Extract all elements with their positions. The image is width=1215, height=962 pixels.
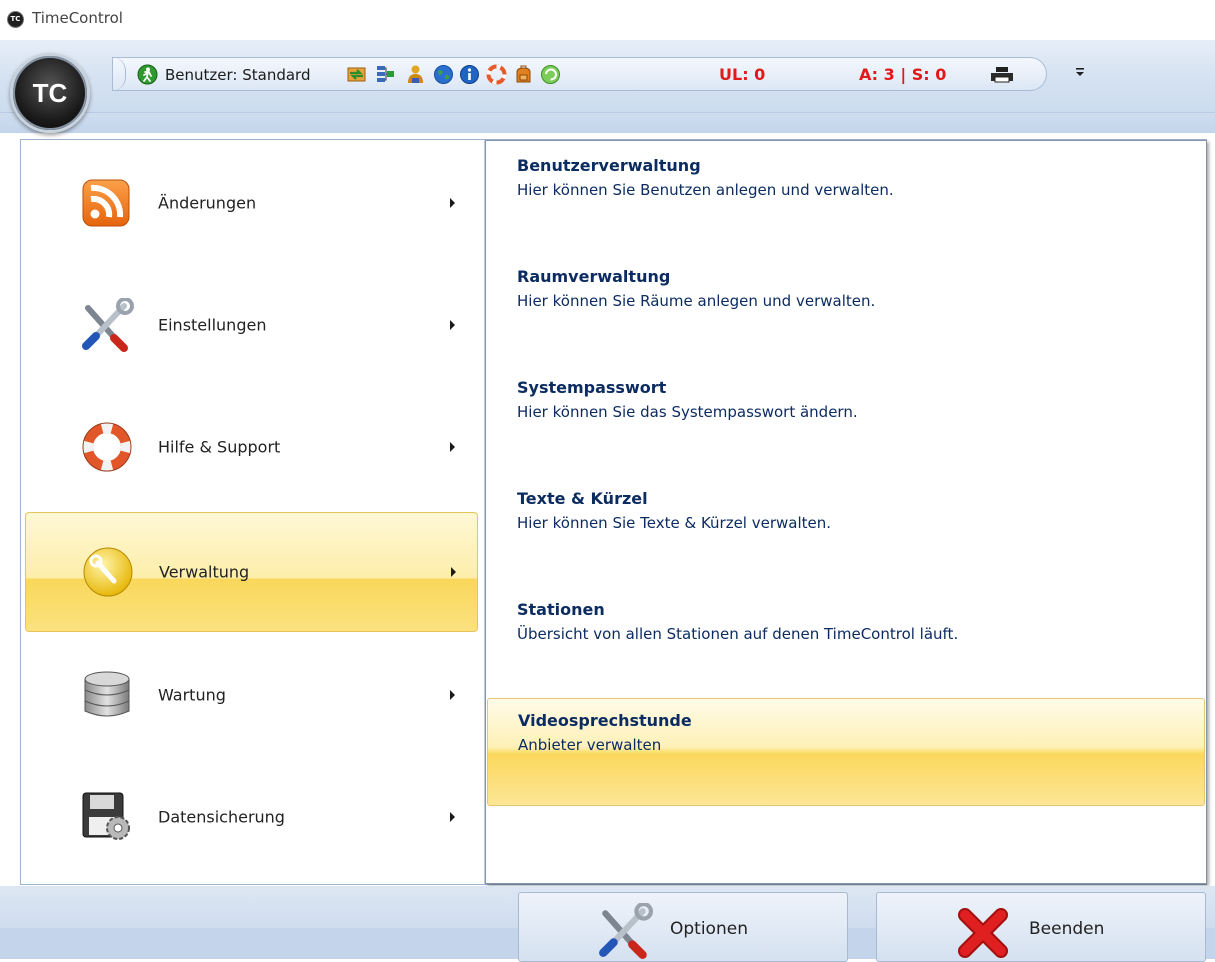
user-icon[interactable]	[405, 64, 426, 85]
menu-item-label: Einstellungen	[158, 315, 267, 335]
ul-counter: UL: 0	[719, 65, 766, 84]
tools-icon	[599, 903, 653, 959]
submenu-item-title: Videosprechstunde	[518, 711, 692, 730]
current-user-label[interactable]: Benutzer: Standard	[165, 64, 310, 86]
submenu-arrow-icon	[450, 442, 455, 452]
submenu-item-description: Anbieter verwalten	[518, 736, 662, 754]
lifebuoy-icon	[82, 422, 132, 472]
submenu-item-stationen[interactable]: Stationen Übersicht von allen Stationen …	[487, 588, 1205, 696]
printer-icon[interactable]	[989, 64, 1015, 85]
wrench-icon	[83, 547, 133, 597]
user-status-icon[interactable]	[137, 64, 158, 85]
ribbon-tab-strip	[0, 112, 1215, 133]
submenu-item-title: Systempasswort	[517, 378, 667, 397]
submenu-item-benutzerverwaltung[interactable]: Benutzerverwaltung Hier können Sie Benut…	[487, 144, 1205, 252]
title-bar: TC TimeControl	[0, 0, 1215, 40]
application-button[interactable]: TC	[10, 53, 90, 133]
refresh-globe-icon[interactable]	[540, 64, 561, 85]
submenu-item-description: Übersicht von allen Stationen auf denen …	[517, 625, 959, 643]
menu-item-label: Änderungen	[158, 193, 257, 213]
submenu-item-title: Stationen	[517, 600, 605, 619]
submenu-arrow-icon	[450, 812, 455, 822]
submenu-item-title: Benutzerverwaltung	[517, 156, 701, 175]
submenu-item-texte-kuerzel[interactable]: Texte & Kürzel Hier können Sie Texte & K…	[487, 477, 1205, 585]
database-icon	[84, 671, 130, 717]
as-counter: A: 3 | S: 0	[859, 65, 947, 84]
submenu-verwaltung: Benutzerverwaltung Hier können Sie Benut…	[484, 140, 1207, 884]
tools-icon	[82, 298, 134, 352]
main-menu: Änderungen Einstellungen Hilfe & Support	[21, 140, 483, 884]
menu-item-einstellungen[interactable]: Einstellungen	[25, 265, 478, 385]
submenu-arrow-icon	[450, 690, 455, 700]
options-menu-panel: Änderungen Einstellungen Hilfe & Support	[20, 139, 1207, 885]
floppy-gear-icon	[82, 792, 130, 840]
app-logo-icon: TC	[7, 11, 24, 28]
menu-item-label: Verwaltung	[159, 562, 250, 582]
quick-access-toolbar: Benutzer: Standard UL: 0 A: 3 | S: 0	[112, 57, 1047, 91]
submenu-item-systempasswort[interactable]: Systempasswort Hier können Sie das Syste…	[487, 366, 1205, 474]
submenu-arrow-icon	[450, 198, 455, 208]
submenu-arrow-icon	[450, 320, 455, 330]
network-icon[interactable]	[375, 64, 396, 85]
submenu-arrow-icon	[451, 567, 456, 577]
menu-item-hilfe-support[interactable]: Hilfe & Support	[25, 387, 478, 507]
customize-dropdown-icon[interactable]	[1073, 63, 1087, 81]
submenu-item-title: Raumverwaltung	[517, 267, 671, 286]
menu-item-wartung[interactable]: Wartung	[25, 635, 478, 755]
submenu-item-description: Hier können Sie Benutzen anlegen und ver…	[517, 181, 894, 199]
menu-item-label: Datensicherung	[158, 807, 285, 827]
submenu-item-title: Texte & Kürzel	[517, 489, 648, 508]
menu-item-aenderungen[interactable]: Änderungen	[25, 143, 478, 263]
menu-item-label: Wartung	[158, 685, 226, 705]
menu-item-verwaltung[interactable]: Verwaltung	[25, 512, 478, 632]
submenu-item-description: Hier können Sie Räume anlegen und verwal…	[517, 292, 876, 310]
backpack-icon[interactable]	[513, 64, 534, 85]
lifebuoy-icon[interactable]	[486, 64, 507, 85]
submenu-item-raumverwaltung[interactable]: Raumverwaltung Hier können Sie Räume anl…	[487, 255, 1205, 363]
window-title: TimeControl	[32, 9, 123, 27]
footer-bar: Optionen Beenden	[0, 886, 1215, 962]
sync-icon[interactable]	[346, 64, 367, 85]
options-button-label: Optionen	[670, 919, 748, 939]
exit-button-label: Beenden	[1029, 919, 1105, 939]
globe-icon[interactable]	[433, 64, 454, 85]
exit-button[interactable]: Beenden	[876, 892, 1206, 962]
info-icon[interactable]	[459, 64, 480, 85]
menu-item-datensicherung[interactable]: Datensicherung	[25, 757, 478, 877]
submenu-item-description: Hier können Sie Texte & Kürzel verwalten…	[517, 514, 832, 532]
menu-item-label: Hilfe & Support	[158, 437, 281, 457]
submenu-item-videosprechstunde[interactable]: Videosprechstunde Anbieter verwalten	[487, 698, 1205, 806]
options-button[interactable]: Optionen	[518, 892, 848, 962]
rss-icon	[82, 179, 130, 227]
submenu-item-description: Hier können Sie das Systempasswort änder…	[517, 403, 858, 421]
close-icon	[958, 908, 1008, 958]
